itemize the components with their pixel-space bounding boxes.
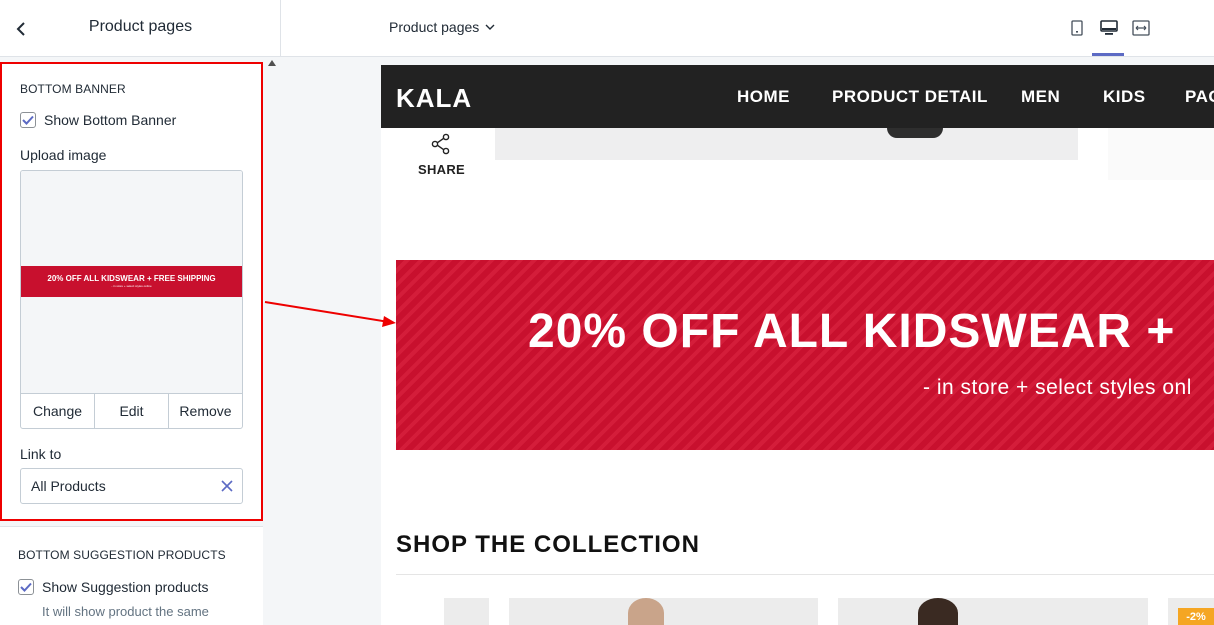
mobile-icon bbox=[1071, 20, 1083, 36]
product-image-detail bbox=[887, 128, 943, 138]
collection-heading: SHOP THE COLLECTION bbox=[396, 531, 700, 558]
link-to-value: All Products bbox=[31, 478, 106, 494]
banner-headline: 20% OFF ALL KIDSWEAR + bbox=[528, 305, 1176, 358]
store-preview-canvas: KALA HOME PRODUCT DETAIL MEN KIDS PAG SH… bbox=[281, 57, 1214, 625]
desktop-view-button[interactable] bbox=[1098, 17, 1120, 39]
discount-badge: -2% bbox=[1178, 608, 1214, 625]
edit-image-button[interactable]: Edit bbox=[95, 394, 169, 428]
nav-men[interactable]: MEN bbox=[1021, 87, 1060, 107]
divider bbox=[396, 574, 1214, 575]
checkbox-box[interactable] bbox=[18, 579, 34, 595]
viewport-switcher bbox=[1066, 17, 1152, 39]
product-card[interactable] bbox=[444, 598, 489, 625]
sidebar-scrollbar[interactable] bbox=[263, 57, 281, 625]
sidebar-scroll-area: BOTTOM BANNER Show Bottom Banner Upload … bbox=[0, 57, 263, 625]
active-view-indicator bbox=[1092, 53, 1124, 56]
nav-kids[interactable]: KIDS bbox=[1103, 87, 1146, 107]
bottom-suggestion-section: BOTTOM SUGGESTION PRODUCTS Show Suggesti… bbox=[0, 526, 263, 625]
banner-subline: - in store + select styles onl bbox=[923, 376, 1192, 399]
product-info-panel bbox=[1108, 128, 1214, 180]
scroll-up-arrow-icon[interactable] bbox=[268, 60, 276, 66]
page-type-value: Product pages bbox=[389, 19, 480, 35]
store-page: KALA HOME PRODUCT DETAIL MEN KIDS PAG SH… bbox=[381, 65, 1214, 625]
suggestion-hint: It will show product the same bbox=[42, 604, 209, 619]
product-image bbox=[495, 128, 1078, 160]
sidebar-title: Product pages bbox=[88, 18, 193, 35]
product-card[interactable] bbox=[509, 598, 818, 625]
nav-home[interactable]: HOME bbox=[737, 87, 790, 107]
link-to-label: Link to bbox=[20, 446, 62, 462]
show-suggestion-checkbox[interactable]: Show Suggestion products bbox=[18, 579, 209, 595]
show-suggestion-label: Show Suggestion products bbox=[42, 579, 209, 595]
image-preview: 20% OFF ALL KIDSWEAR + FREE SHIPPING - i… bbox=[21, 171, 242, 393]
fullwidth-icon bbox=[1132, 20, 1150, 36]
change-image-button[interactable]: Change bbox=[21, 394, 95, 428]
bottom-suggestion-heading: BOTTOM SUGGESTION PRODUCTS bbox=[18, 548, 226, 562]
settings-sidebar: Product pages BOTTOM BANNER Show Bottom … bbox=[0, 0, 281, 625]
checkmark-icon bbox=[20, 582, 32, 592]
chevron-down-icon bbox=[485, 24, 495, 30]
share-button[interactable]: SHARE bbox=[418, 133, 466, 177]
show-bottom-banner-label: Show Bottom Banner bbox=[44, 112, 177, 128]
image-picker: 20% OFF ALL KIDSWEAR + FREE SHIPPING - i… bbox=[20, 170, 243, 429]
store-navbar: KALA HOME PRODUCT DETAIL MEN KIDS PAG bbox=[381, 65, 1214, 128]
mobile-view-button[interactable] bbox=[1066, 17, 1088, 39]
back-button[interactable] bbox=[10, 18, 32, 40]
banner-thumbnail: 20% OFF ALL KIDSWEAR + FREE SHIPPING - i… bbox=[21, 266, 242, 297]
bottom-banner-heading: BOTTOM BANNER bbox=[20, 82, 126, 96]
show-bottom-banner-checkbox[interactable]: Show Bottom Banner bbox=[20, 112, 176, 128]
product-photo bbox=[628, 598, 664, 625]
preview-topbar: Product pages bbox=[281, 0, 1214, 57]
annotation-arrow-icon bbox=[264, 301, 396, 327]
product-card[interactable] bbox=[838, 598, 1148, 625]
nav-pages[interactable]: PAG bbox=[1185, 87, 1214, 107]
thumbnail-subtext: - in store + select styles online bbox=[111, 284, 152, 288]
sidebar-header: Product pages bbox=[0, 0, 281, 57]
desktop-icon bbox=[1100, 20, 1118, 35]
thumbnail-text: 20% OFF ALL KIDSWEAR + FREE SHIPPING bbox=[47, 274, 216, 283]
chevron-left-icon bbox=[16, 22, 25, 36]
upload-image-label: Upload image bbox=[20, 147, 107, 163]
checkbox-box[interactable] bbox=[20, 112, 36, 128]
fullwidth-view-button[interactable] bbox=[1130, 17, 1152, 39]
clear-icon[interactable] bbox=[220, 479, 234, 493]
store-logo[interactable]: KALA bbox=[396, 83, 472, 114]
page-type-dropdown[interactable]: Product pages bbox=[389, 19, 495, 35]
image-actions: Change Edit Remove bbox=[21, 393, 242, 428]
remove-image-button[interactable]: Remove bbox=[169, 394, 242, 428]
link-to-field[interactable]: All Products bbox=[20, 468, 243, 504]
nav-product-detail[interactable]: PRODUCT DETAIL bbox=[832, 87, 988, 107]
product-photo bbox=[918, 598, 958, 625]
bottom-banner-preview[interactable]: 20% OFF ALL KIDSWEAR + - in store + sele… bbox=[396, 260, 1214, 450]
share-label: SHARE bbox=[418, 162, 466, 177]
bottom-banner-section: BOTTOM BANNER Show Bottom Banner Upload … bbox=[0, 62, 263, 521]
share-icon bbox=[431, 133, 450, 155]
checkmark-icon bbox=[22, 115, 34, 125]
